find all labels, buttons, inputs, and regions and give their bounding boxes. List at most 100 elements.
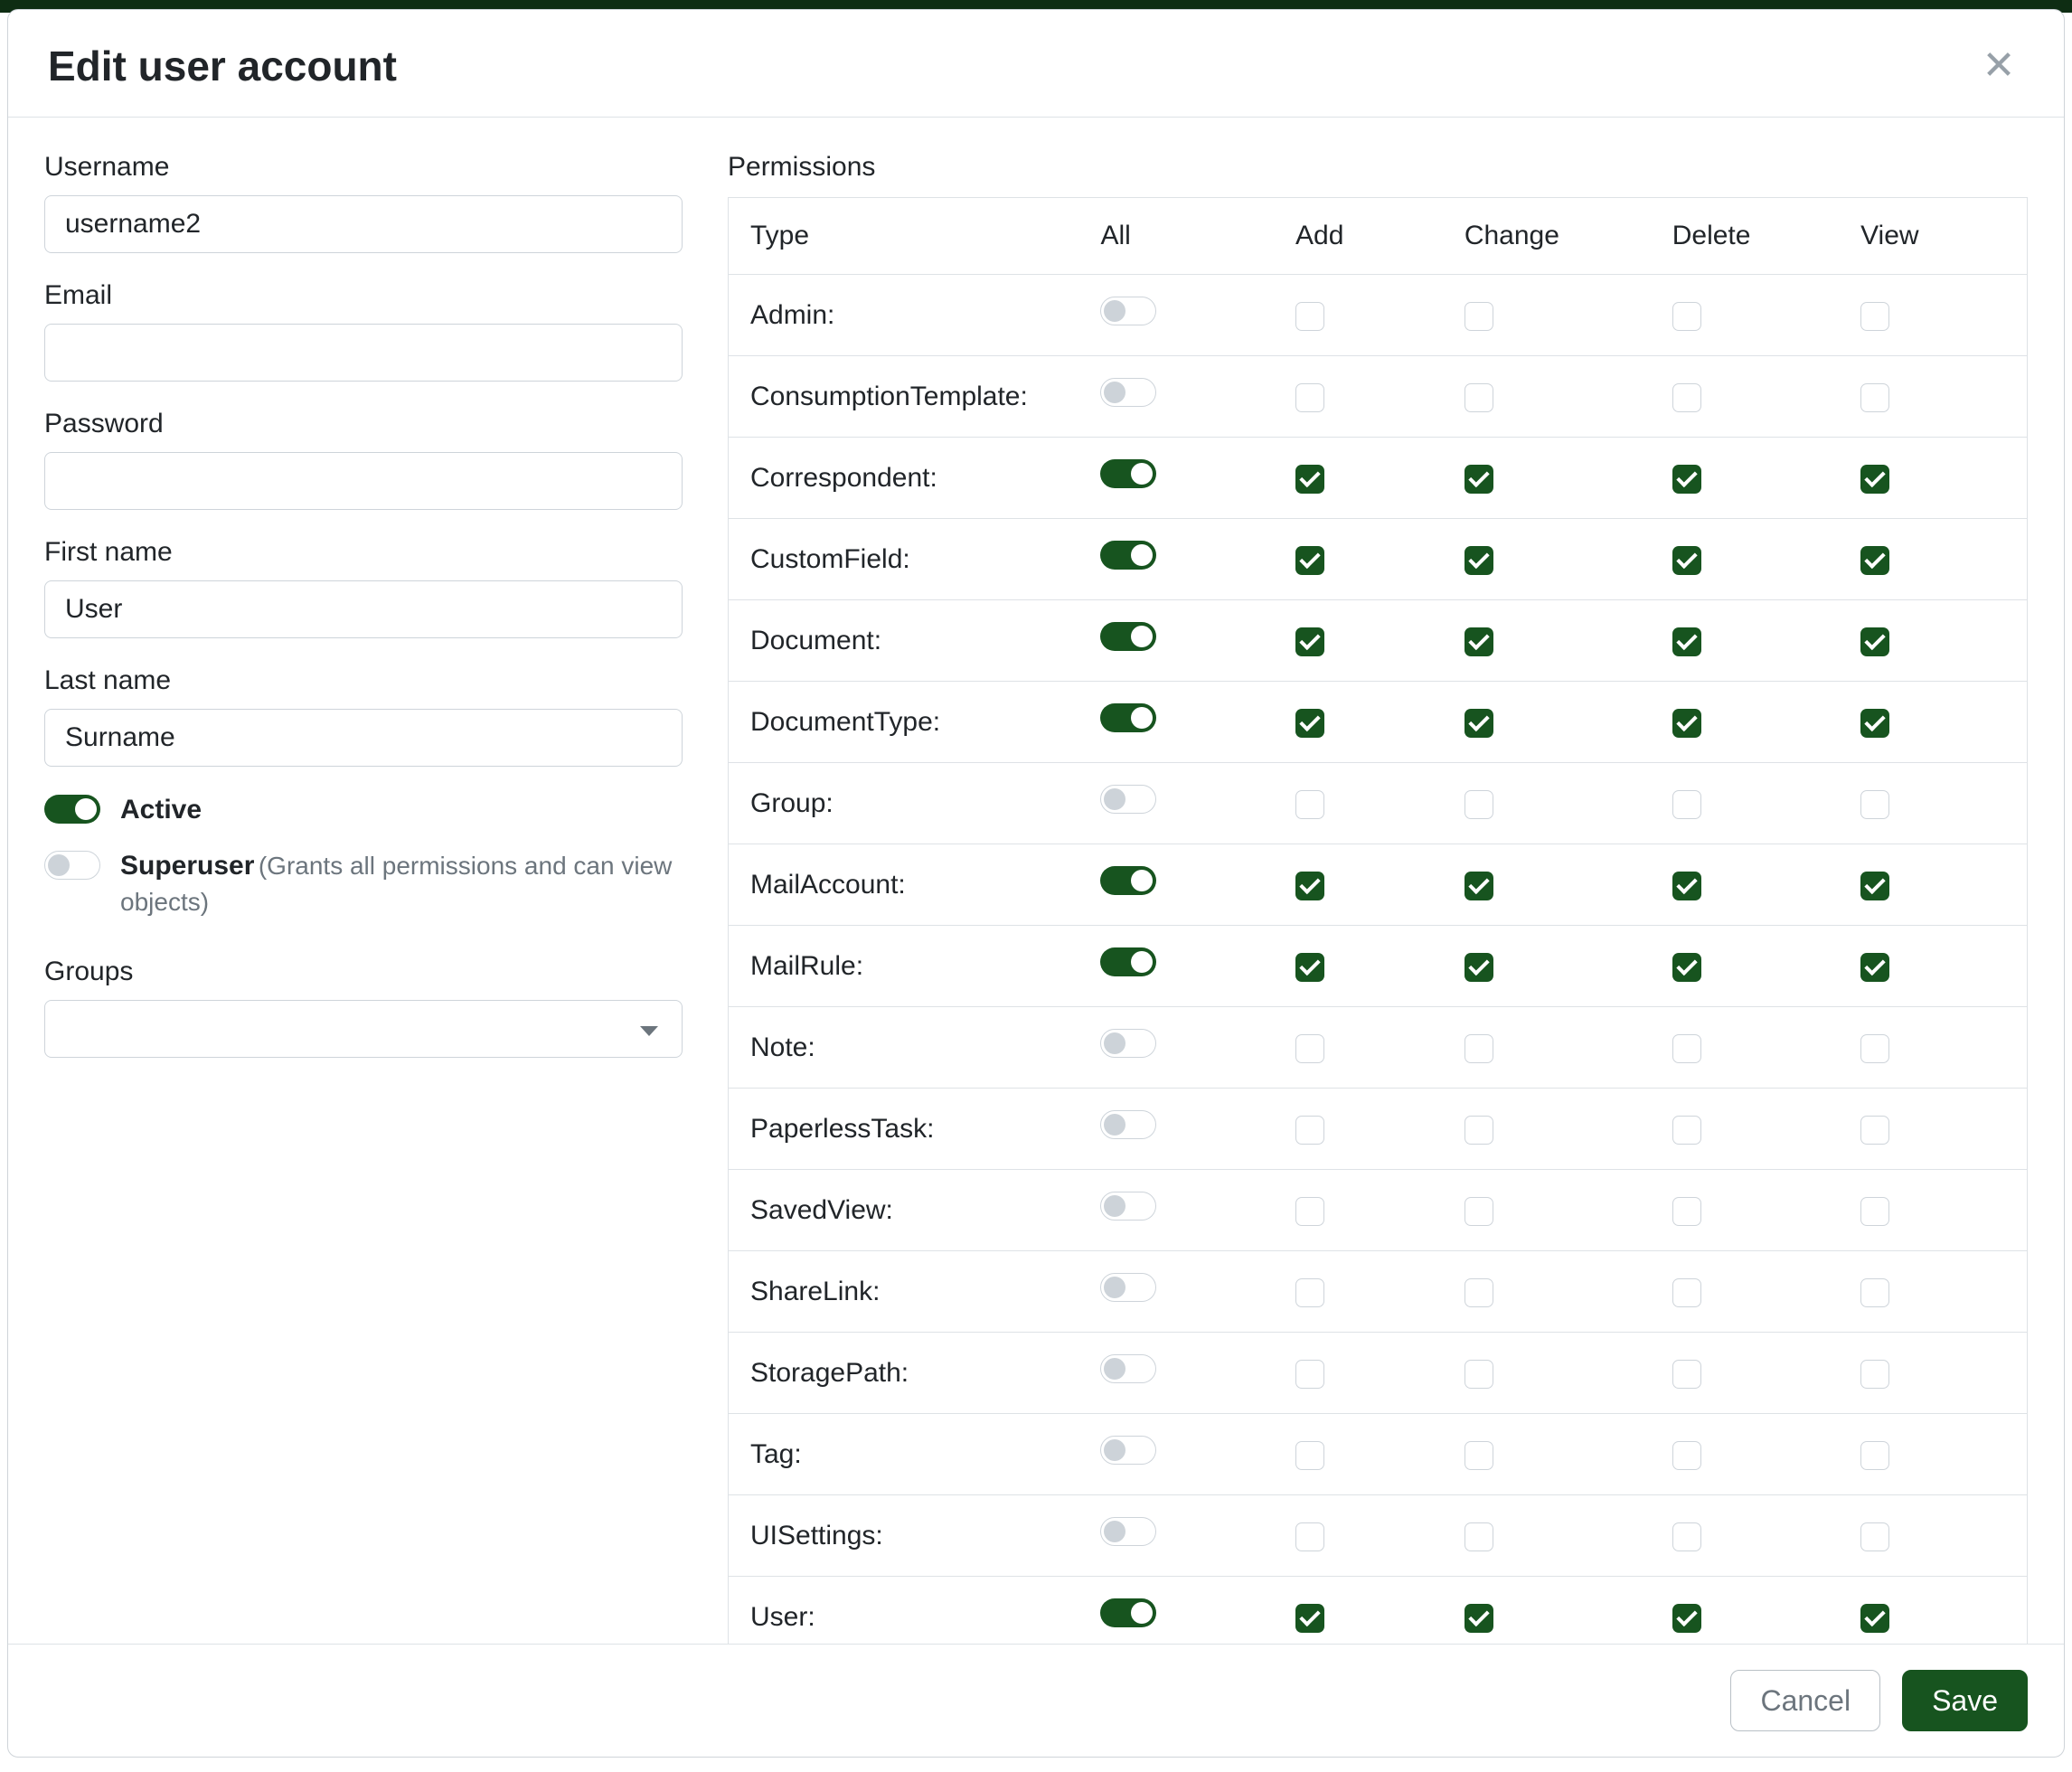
superuser-toggle[interactable] (44, 851, 100, 880)
permission-add-checkbox[interactable] (1295, 1034, 1324, 1063)
permission-change-checkbox[interactable] (1465, 465, 1493, 494)
permission-change-checkbox[interactable] (1465, 1116, 1493, 1145)
permission-add-checkbox[interactable] (1295, 1278, 1324, 1307)
permission-add-checkbox[interactable] (1295, 302, 1324, 331)
username-input[interactable] (44, 195, 683, 253)
permission-change-checkbox[interactable] (1465, 953, 1493, 982)
permission-change-checkbox[interactable] (1465, 790, 1493, 819)
permission-row: SavedView: (729, 1170, 2028, 1251)
permission-type-label: Group: (750, 788, 834, 818)
permission-add-checkbox[interactable] (1295, 1604, 1324, 1633)
active-toggle[interactable] (44, 795, 100, 824)
permission-all-toggle[interactable] (1100, 1029, 1156, 1058)
permission-all-toggle[interactable] (1100, 1192, 1156, 1221)
permission-delete-checkbox[interactable] (1672, 627, 1701, 656)
permission-all-toggle[interactable] (1100, 378, 1156, 407)
permission-add-checkbox[interactable] (1295, 709, 1324, 738)
email-input[interactable] (44, 324, 683, 382)
permission-change-checkbox[interactable] (1465, 627, 1493, 656)
permission-all-toggle[interactable] (1100, 1354, 1156, 1383)
permission-row: Note: (729, 1007, 2028, 1089)
permission-add-checkbox[interactable] (1295, 627, 1324, 656)
permission-add-checkbox[interactable] (1295, 872, 1324, 900)
permission-all-toggle[interactable] (1100, 459, 1156, 488)
permission-add-checkbox[interactable] (1295, 465, 1324, 494)
permission-view-checkbox[interactable] (1860, 1278, 1889, 1307)
permission-all-toggle[interactable] (1100, 866, 1156, 895)
permission-change-checkbox[interactable] (1465, 1034, 1493, 1063)
permission-delete-checkbox[interactable] (1672, 872, 1701, 900)
permission-change-checkbox[interactable] (1465, 1522, 1493, 1551)
permission-view-checkbox[interactable] (1860, 627, 1889, 656)
permission-add-checkbox[interactable] (1295, 1197, 1324, 1226)
permission-delete-checkbox[interactable] (1672, 709, 1701, 738)
permission-change-checkbox[interactable] (1465, 383, 1493, 412)
permission-view-checkbox[interactable] (1860, 383, 1889, 412)
permission-change-checkbox[interactable] (1465, 1604, 1493, 1633)
groups-select[interactable] (44, 1000, 683, 1058)
permission-change-checkbox[interactable] (1465, 709, 1493, 738)
permission-view-checkbox[interactable] (1860, 302, 1889, 331)
permission-all-toggle[interactable] (1100, 1110, 1156, 1139)
permission-all-toggle[interactable] (1100, 703, 1156, 732)
permission-delete-checkbox[interactable] (1672, 1116, 1701, 1145)
permission-view-checkbox[interactable] (1860, 465, 1889, 494)
permission-delete-checkbox[interactable] (1672, 302, 1701, 331)
permission-add-checkbox[interactable] (1295, 1116, 1324, 1145)
permission-delete-checkbox[interactable] (1672, 1522, 1701, 1551)
permission-view-checkbox[interactable] (1860, 953, 1889, 982)
password-input[interactable] (44, 452, 683, 510)
save-button[interactable]: Save (1902, 1670, 2028, 1731)
permission-delete-checkbox[interactable] (1672, 1604, 1701, 1633)
permission-change-checkbox[interactable] (1465, 1441, 1493, 1470)
permission-all-toggle[interactable] (1100, 1436, 1156, 1465)
permission-view-checkbox[interactable] (1860, 872, 1889, 900)
permission-change-checkbox[interactable] (1465, 1360, 1493, 1389)
permission-add-checkbox[interactable] (1295, 1360, 1324, 1389)
permission-all-toggle[interactable] (1100, 1598, 1156, 1627)
permission-add-checkbox[interactable] (1295, 1441, 1324, 1470)
permission-delete-checkbox[interactable] (1672, 1278, 1701, 1307)
permission-all-toggle[interactable] (1100, 622, 1156, 651)
permission-delete-checkbox[interactable] (1672, 383, 1701, 412)
permission-all-toggle[interactable] (1100, 541, 1156, 570)
last-name-input[interactable] (44, 709, 683, 767)
permission-add-checkbox[interactable] (1295, 383, 1324, 412)
permission-change-checkbox[interactable] (1465, 546, 1493, 575)
permission-all-toggle[interactable] (1100, 947, 1156, 976)
permission-delete-checkbox[interactable] (1672, 1197, 1701, 1226)
permission-view-checkbox[interactable] (1860, 790, 1889, 819)
permission-add-checkbox[interactable] (1295, 546, 1324, 575)
permission-add-checkbox[interactable] (1295, 1522, 1324, 1551)
permission-row: PaperlessTask: (729, 1089, 2028, 1170)
permission-view-checkbox[interactable] (1860, 546, 1889, 575)
permission-delete-checkbox[interactable] (1672, 1034, 1701, 1063)
permission-all-toggle[interactable] (1100, 785, 1156, 814)
close-button[interactable]: ✕ (1973, 41, 2024, 91)
permission-add-checkbox[interactable] (1295, 790, 1324, 819)
permission-view-checkbox[interactable] (1860, 1116, 1889, 1145)
permission-view-checkbox[interactable] (1860, 1441, 1889, 1470)
permission-view-checkbox[interactable] (1860, 709, 1889, 738)
permission-change-checkbox[interactable] (1465, 1197, 1493, 1226)
first-name-input[interactable] (44, 580, 683, 638)
permission-view-checkbox[interactable] (1860, 1034, 1889, 1063)
permission-change-checkbox[interactable] (1465, 302, 1493, 331)
permission-view-checkbox[interactable] (1860, 1197, 1889, 1226)
permission-view-checkbox[interactable] (1860, 1522, 1889, 1551)
permission-all-toggle[interactable] (1100, 1517, 1156, 1546)
permission-all-toggle[interactable] (1100, 297, 1156, 325)
permission-change-checkbox[interactable] (1465, 872, 1493, 900)
permission-delete-checkbox[interactable] (1672, 465, 1701, 494)
permission-change-checkbox[interactable] (1465, 1278, 1493, 1307)
permission-delete-checkbox[interactable] (1672, 790, 1701, 819)
permission-add-checkbox[interactable] (1295, 953, 1324, 982)
permission-all-toggle[interactable] (1100, 1273, 1156, 1302)
permission-view-checkbox[interactable] (1860, 1360, 1889, 1389)
permission-delete-checkbox[interactable] (1672, 546, 1701, 575)
permission-view-checkbox[interactable] (1860, 1604, 1889, 1633)
permission-delete-checkbox[interactable] (1672, 1360, 1701, 1389)
permission-delete-checkbox[interactable] (1672, 953, 1701, 982)
permission-delete-checkbox[interactable] (1672, 1441, 1701, 1470)
cancel-button[interactable]: Cancel (1730, 1670, 1880, 1731)
